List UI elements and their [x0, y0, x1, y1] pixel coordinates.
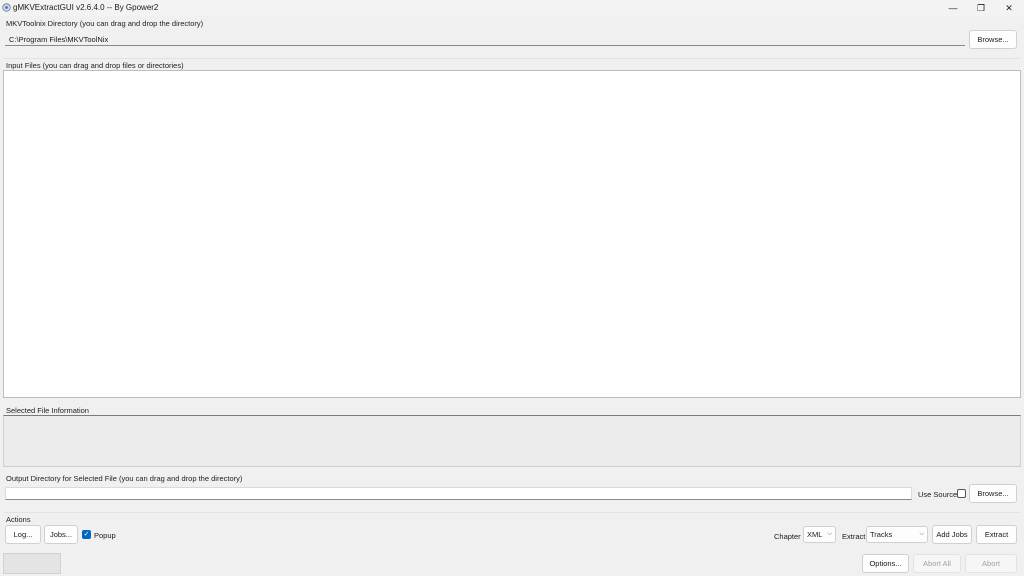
chapter-type-select[interactable]: XML ⌵	[803, 526, 836, 543]
jobs-button[interactable]: Jobs...	[44, 525, 78, 544]
input-files-list[interactable]	[3, 70, 1021, 398]
app-icon	[2, 3, 11, 12]
extract-button[interactable]: Extract	[976, 525, 1017, 544]
abort-all-button[interactable]: Abort All	[913, 554, 961, 573]
chapter-type-value: XML	[807, 530, 823, 539]
extract-type-select[interactable]: Tracks ⌵	[866, 526, 928, 543]
output-group-label: Output Directory for Selected File (you …	[6, 474, 243, 483]
maximize-icon[interactable]: ❐	[966, 0, 996, 16]
selected-file-info-box	[3, 415, 1021, 467]
use-source-checkbox[interactable]	[957, 489, 966, 498]
window-title: gMKVExtractGUI v2.6.4.0 -- By Gpower2	[13, 3, 159, 12]
extract-label: Extract	[842, 532, 866, 541]
selected-info-group-label: Selected File Information	[6, 406, 89, 415]
add-jobs-button[interactable]: Add Jobs	[932, 525, 972, 544]
popup-label: Popup	[94, 531, 116, 540]
chapter-label: Chapter	[774, 532, 801, 541]
close-icon[interactable]: ✕	[994, 0, 1024, 16]
input-files-separator	[4, 58, 1020, 59]
popup-checkbox[interactable]: ✓	[82, 530, 91, 539]
mkvtoolnix-group-label: MKVToolnix Directory (you can drag and d…	[6, 19, 204, 28]
use-source-label: Use Source	[918, 490, 958, 499]
extract-type-value: Tracks	[870, 530, 893, 539]
progress-panel	[3, 553, 61, 574]
chevron-down-icon: ⌵	[919, 531, 924, 537]
mkvtoolnix-path-input[interactable]: C:\Program Files\MKVToolNix	[5, 33, 965, 46]
minimize-icon[interactable]: —	[938, 0, 968, 16]
abort-button[interactable]: Abort	[965, 554, 1017, 573]
mkvtoolnix-browse-button[interactable]: Browse...	[969, 30, 1017, 49]
actions-separator	[4, 512, 1020, 513]
output-path-input[interactable]	[5, 487, 912, 500]
options-button[interactable]: Options...	[862, 554, 909, 573]
log-button[interactable]: Log...	[5, 525, 41, 544]
output-browse-button[interactable]: Browse...	[969, 484, 1017, 503]
chevron-down-icon: ⌵	[827, 531, 832, 537]
input-files-group-label: Input Files (you can drag and drop files…	[6, 61, 184, 70]
actions-group-label: Actions	[6, 515, 31, 524]
